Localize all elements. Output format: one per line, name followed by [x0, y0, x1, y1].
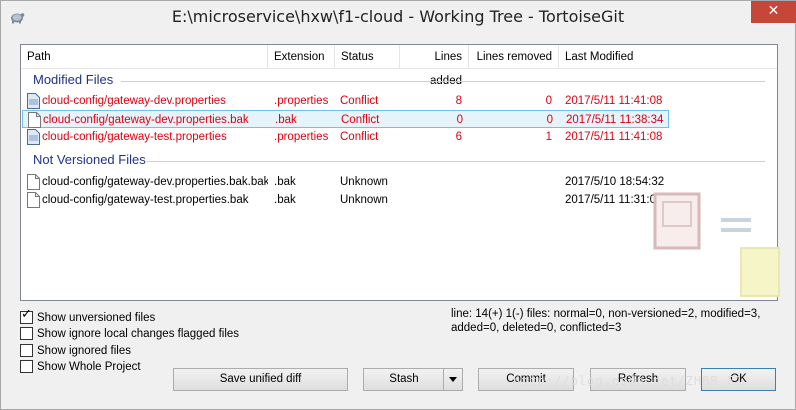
stash-split-button[interactable]: Stash	[363, 368, 463, 391]
lines-removed: 0	[546, 114, 553, 126]
last-modified: 2017/5/11 11:41:08	[565, 131, 663, 143]
file-status: Conflict	[340, 131, 379, 143]
group-header-modified: Modified Files	[33, 72, 114, 87]
file-icon	[28, 112, 41, 128]
tortoisegit-window: E:\microservice\hxw\f1-cloud - Working T…	[0, 0, 796, 410]
checkbox-box[interactable]	[20, 360, 33, 373]
file-row[interactable]: cloud-config/gateway-test.properties .pr…	[22, 128, 670, 146]
modified-file-icon	[27, 129, 40, 145]
lines-removed	[472, 173, 552, 191]
last-modified: 2017/5/11 11:38:34	[566, 114, 664, 126]
checkbox-box[interactable]	[20, 327, 33, 340]
checkbox-label: Show ignore local changes flagged files	[37, 328, 240, 340]
file-extension: .bak	[274, 176, 296, 188]
file-status: Conflict	[340, 95, 379, 107]
last-modified: 2017/5/11 11:41:08	[565, 95, 663, 107]
file-extension: .bak	[274, 194, 296, 206]
lines-removed: 1	[545, 131, 552, 143]
group-divider	[121, 81, 765, 82]
file-row[interactable]: cloud-config/gateway-test.properties.bak…	[22, 191, 670, 209]
checkmark-icon: ✓	[21, 307, 32, 322]
watermark-url: http://blog.csdn.net/ZHBR_F1	[513, 374, 744, 388]
watermark-graphic	[653, 192, 780, 297]
file-path: cloud-config/gateway-dev.properties	[42, 95, 226, 107]
group-header-unversioned: Not Versioned Files	[33, 152, 146, 167]
file-icon	[27, 174, 40, 190]
close-button[interactable]: ✕	[751, 1, 796, 23]
file-extension: .properties	[274, 131, 329, 143]
file-path: cloud-config/gateway-test.properties.bak	[42, 194, 249, 206]
file-icon	[27, 192, 40, 208]
close-icon: ✕	[767, 3, 780, 19]
file-path: cloud-config/gateway-dev.properties.bak	[43, 114, 249, 126]
file-list[interactable]: Path Extension Status Lines added Lines …	[20, 44, 780, 301]
status-summary: line: 14(+) 1(-) files: normal=0, non-ve…	[451, 308, 761, 334]
lines-removed	[472, 191, 552, 209]
stash-dropdown-arrow[interactable]	[443, 369, 462, 390]
file-row[interactable]: cloud-config/gateway-dev.properties.bak.…	[22, 173, 670, 191]
column-status[interactable]: Status	[335, 45, 400, 69]
column-path[interactable]: Path	[21, 45, 268, 69]
checkbox-label: Show ignored files	[37, 345, 131, 357]
save-unified-diff-button[interactable]: Save unified diff	[173, 368, 348, 391]
chevron-down-icon	[449, 377, 457, 382]
lines-added: 6	[455, 131, 462, 143]
file-status: Unknown	[340, 176, 388, 188]
file-status: Unknown	[340, 194, 388, 206]
column-lines-removed[interactable]: Lines removed	[469, 45, 559, 69]
group-divider	[147, 161, 765, 162]
column-lines-added[interactable]: Lines added	[400, 45, 469, 87]
lines-added: 0	[456, 114, 463, 126]
file-row-selected[interactable]: cloud-config/gateway-dev.properties.bak …	[22, 110, 669, 128]
file-row[interactable]: cloud-config/gateway-dev.properties .pro…	[22, 92, 670, 110]
file-extension: .properties	[274, 95, 329, 107]
lines-added: 8	[455, 95, 462, 107]
checkbox-label: Show unversioned files	[37, 312, 156, 324]
lines-removed: 0	[545, 95, 552, 107]
window-title: E:\microservice\hxw\f1-cloud - Working T…	[171, 7, 625, 26]
file-extension: .bak	[275, 114, 297, 126]
lines-added	[402, 191, 462, 209]
file-path: cloud-config/gateway-dev.properties.bak.…	[42, 176, 268, 188]
last-modified: 2017/5/10 18:54:32	[565, 176, 665, 188]
dialog-content: Path Extension Status Lines added Lines …	[8, 33, 789, 403]
column-last-modified[interactable]: Last Modified	[559, 45, 777, 69]
checkbox-label: Show Whole Project	[37, 361, 141, 373]
title-bar[interactable]: E:\microservice\hxw\f1-cloud - Working T…	[1, 1, 796, 33]
column-header: Path Extension Status Lines added Lines …	[21, 45, 777, 87]
checkbox-box[interactable]	[20, 344, 33, 357]
stash-button-label: Stash	[389, 373, 419, 385]
column-extension[interactable]: Extension	[268, 45, 335, 69]
lines-added	[402, 173, 462, 191]
file-status: Conflict	[341, 114, 380, 126]
modified-file-icon	[27, 93, 40, 109]
file-path: cloud-config/gateway-test.properties	[42, 131, 227, 143]
